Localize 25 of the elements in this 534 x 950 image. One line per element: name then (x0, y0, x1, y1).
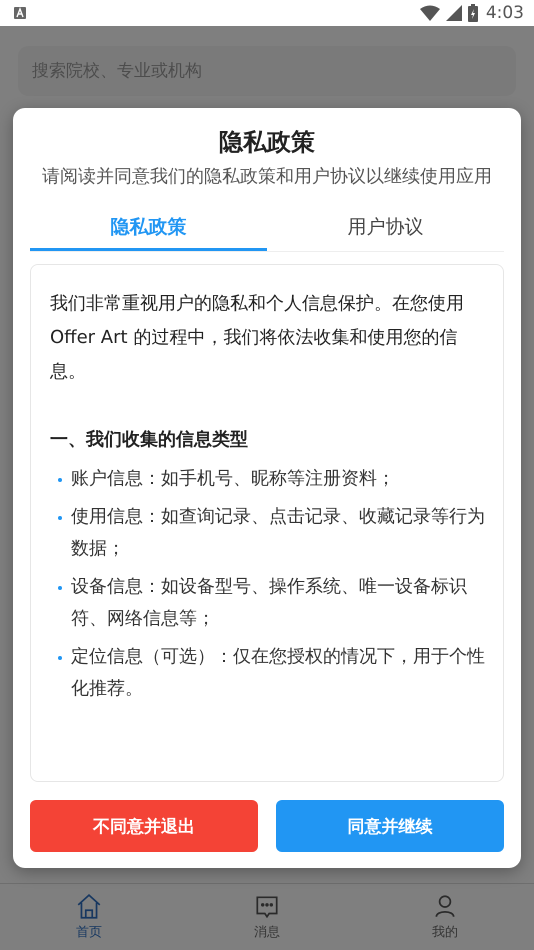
decline-button[interactable]: 不同意并退出 (30, 800, 258, 852)
battery-icon (468, 4, 478, 22)
tab[interactable]: 用户协议 (267, 205, 504, 251)
dialog-title: 隐私政策 (218, 127, 316, 158)
nav-tab[interactable]: 首页 (0, 884, 178, 950)
notification-icon (14, 7, 26, 19)
bullet-text: 定位信息（可选）：仅在您授权的情况下，用于个性化推荐。 (71, 645, 485, 701)
accept-button[interactable]: 同意并继续 (276, 800, 504, 852)
bullet-dot-icon (58, 478, 62, 482)
bullet-text: 账户信息：如手机号、昵称等注册资料； (71, 467, 395, 491)
bullet-dot-icon (58, 586, 62, 590)
dialog-subtitle: 请阅读并同意我们的隐私政策和用户协议以继续使用应用 (41, 165, 493, 189)
section-heading: 一、我们收集的信息类型 (50, 428, 249, 452)
bullet-text: 使用信息：如查询记录、点击记录、收藏记录等行为数据； (71, 505, 485, 561)
tab[interactable]: 隐私政策 (30, 205, 267, 251)
signal-icon (446, 5, 462, 21)
wifi-icon (420, 5, 440, 21)
bullet-dot-icon (58, 656, 62, 660)
nav-tab[interactable]: 消息 (178, 884, 356, 950)
bullet-text: 设备信息：如设备型号、操作系统、唯一设备标识符、网络信息等； (71, 575, 468, 631)
nav-tab[interactable]: 我的 (356, 884, 534, 950)
bullet-dot-icon (58, 516, 62, 520)
home-icon (76, 893, 102, 921)
status-time: 4:03 (486, 3, 524, 23)
intro-paragraph: 我们非常重视用户的隐私和个人信息保护。在您使用 Offer Art 的过程中，我们将依法收集和使用您的信息。 (50, 292, 465, 384)
